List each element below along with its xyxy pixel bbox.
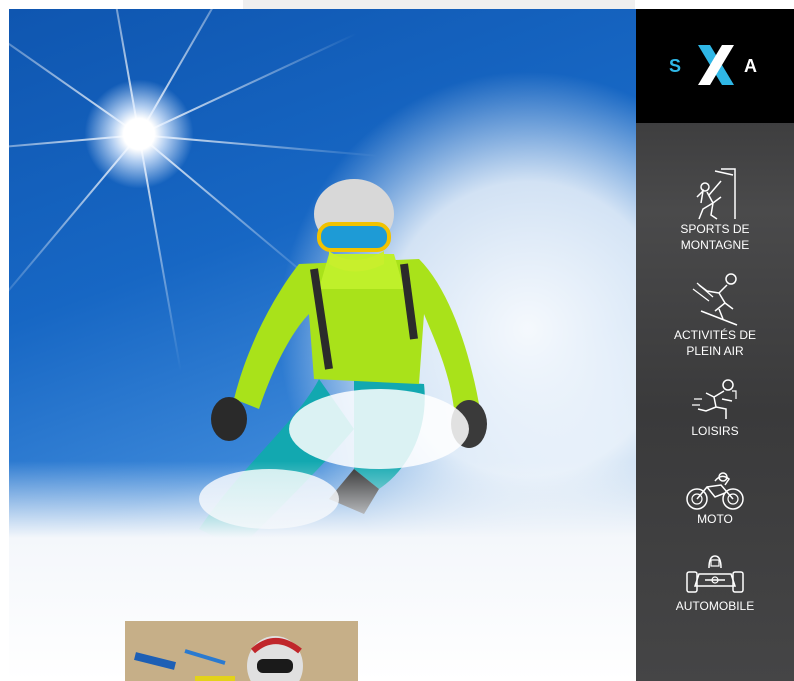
kart-icon — [686, 555, 744, 593]
logo-letter-s: S — [669, 56, 683, 76]
climber-icon — [696, 168, 736, 220]
hero-photo — [9, 9, 636, 681]
nav-label: AUTOMOBILE — [675, 599, 755, 613]
motocross-figure — [125, 621, 358, 681]
nav-label: ACTIVITÉS DE PLEIN AIR — [673, 328, 756, 358]
nav-item-activites-de-plein-air[interactable]: ACTIVITÉS DE PLEIN AIR — [636, 271, 794, 359]
logo-x-icon — [698, 45, 734, 85]
nav-item-loisirs[interactable]: LOISIRS — [636, 379, 794, 439]
nav-item-automobile[interactable]: AUTOMOBILE — [636, 554, 794, 614]
motorcycle-icon — [686, 472, 744, 510]
nav-label: LOISIRS — [691, 424, 739, 438]
sidebar: S A SPORTS DE MONTAGNE ACTIVITÉS DE PLEI… — [636, 9, 794, 681]
nav-label: SPORTS DE MONTAGNE — [680, 222, 750, 252]
logo[interactable]: S A — [636, 9, 794, 123]
nav-item-moto[interactable]: MOTO — [636, 471, 794, 527]
skier-icon — [692, 273, 738, 326]
sun — [84, 79, 194, 189]
nav-label: MOTO — [697, 512, 733, 526]
nav-item-sports-de-montagne[interactable]: SPORTS DE MONTAGNE — [636, 167, 794, 253]
motocross-photo — [125, 621, 358, 681]
top-strip — [243, 0, 635, 9]
runner-icon — [692, 379, 737, 419]
logo-letter-a: A — [744, 56, 758, 76]
